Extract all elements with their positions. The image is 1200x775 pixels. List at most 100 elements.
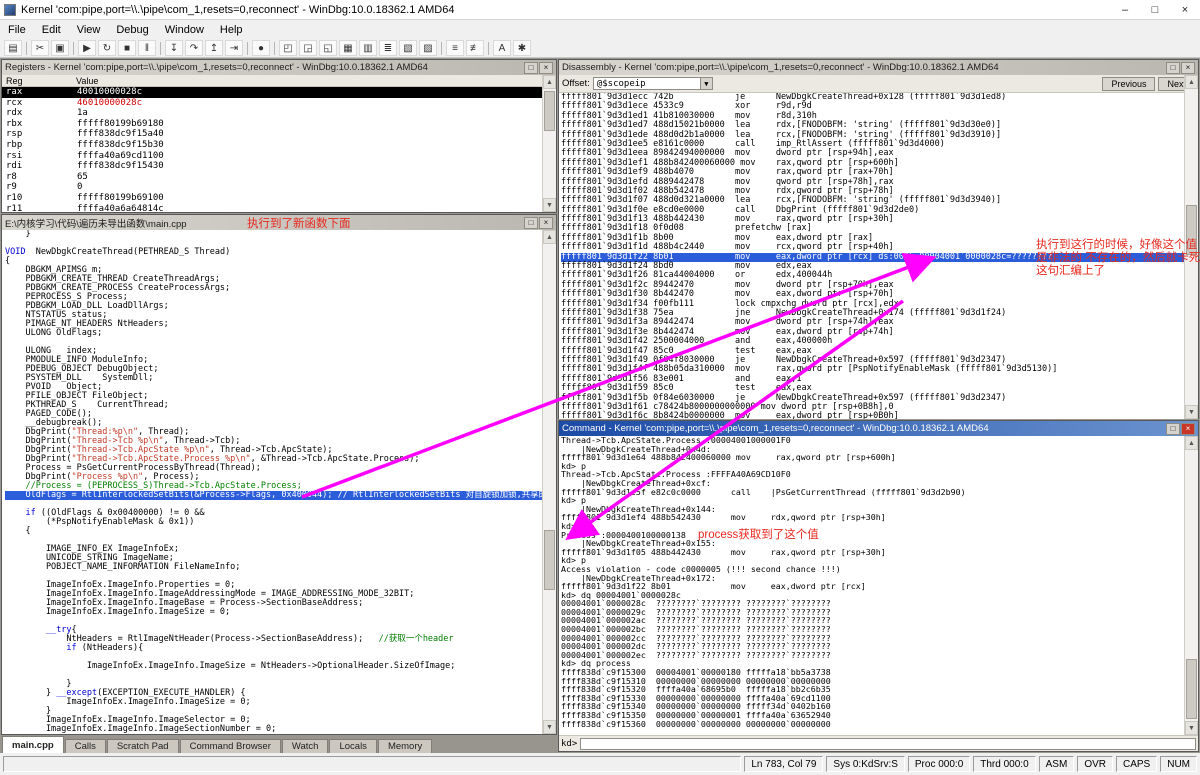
register-name: r10 — [6, 192, 23, 203]
scratch-pad-icon[interactable]: ▨ — [419, 40, 437, 56]
registers-scroll-thumb[interactable] — [544, 91, 555, 131]
step-into-icon[interactable]: ↧ — [165, 40, 183, 56]
source-mode-on-icon[interactable]: ≡ — [446, 40, 464, 56]
command-output-line: 00004001`000002ec ????????`???????? ????… — [561, 649, 831, 660]
registers-titlebar[interactable]: Registers - Kernel 'com:pipe,port=\\.\pi… — [2, 60, 556, 75]
tab-locals[interactable]: Locals — [329, 739, 377, 753]
watch-window-icon[interactable]: ◲ — [299, 40, 317, 56]
scroll-up-icon[interactable]: ▲ — [1185, 75, 1198, 89]
register-value: 40010000028c — [77, 87, 143, 97]
tab-main-cpp[interactable]: main.cpp — [2, 736, 64, 753]
bottom-tab-bar: main.cpp Calls Scratch Pad Command Browser W… — [0, 736, 557, 753]
menu-file[interactable]: File — [0, 22, 34, 38]
step-over-icon[interactable]: ↷ — [185, 40, 203, 56]
menu-help[interactable]: Help — [212, 22, 251, 38]
register-row[interactable]: rdi ffff838dc9f15430 — [2, 161, 542, 172]
disasm-line[interactable]: fffff801`9d3d1f6c 8b8424b0000000 mov eax… — [561, 411, 1184, 419]
tab-scratch-pad[interactable]: Scratch Pad — [106, 739, 179, 753]
source-maximize-button[interactable]: □ — [524, 216, 538, 229]
register-row[interactable]: r9 0 — [2, 182, 542, 193]
tab-watch[interactable]: Watch — [281, 739, 329, 753]
disassembly-window-icon[interactable]: ▧ — [399, 40, 417, 56]
scroll-up-icon[interactable]: ▲ — [1185, 436, 1198, 450]
go-icon[interactable]: ▶ — [78, 40, 96, 56]
scroll-down-icon[interactable]: ▼ — [543, 198, 556, 212]
scroll-up-icon[interactable]: ▲ — [543, 75, 556, 89]
source-line: VOID NewDbgkCreateThread(PETHREAD_S Thre… — [5, 248, 542, 257]
register-row[interactable]: r10 fffff80199b69100 — [2, 193, 542, 204]
code-segment: ImageInfoEx.ImageInfo.ImageSize = NtHead… — [5, 661, 456, 671]
command-window-icon[interactable]: ◰ — [279, 40, 297, 56]
register-row[interactable]: rbp ffff838dc9f15b30 — [2, 140, 542, 151]
registers-close-button[interactable]: × — [539, 61, 553, 74]
cut-icon[interactable]: ✂ — [31, 40, 49, 56]
break-icon[interactable]: ‖ — [138, 40, 156, 56]
offset-combo[interactable]: @$scopeip ▼ — [592, 77, 713, 90]
registers-maximize-button[interactable]: □ — [524, 61, 538, 74]
register-row[interactable]: rbx fffff80199b69180 — [2, 119, 542, 130]
toolbar-separator — [26, 41, 27, 55]
registers-window-icon[interactable]: ▦ — [339, 40, 357, 56]
source-scroll-thumb[interactable] — [544, 530, 555, 590]
menu-debug[interactable]: Debug — [108, 22, 156, 38]
restart-icon[interactable]: ↻ — [98, 40, 116, 56]
tab-calls[interactable]: Calls — [64, 739, 106, 753]
register-row[interactable]: rax 40010000028c — [2, 87, 542, 98]
font-icon[interactable]: A — [493, 40, 511, 56]
source-window: E:\内核学习\代码\遍历未导出函数\main.cpp □ × } VOID Ne… — [0, 213, 558, 736]
previous-button[interactable]: Previous — [1102, 76, 1156, 91]
chevron-down-icon[interactable]: ▼ — [699, 78, 712, 89]
scroll-down-icon[interactable]: ▼ — [1185, 405, 1198, 419]
source-line: ImageInfoEx.ImageInfo.ImageSize = 0; — [5, 608, 542, 617]
maximize-button[interactable]: □ — [1140, 0, 1170, 19]
step-out-icon[interactable]: ↥ — [205, 40, 223, 56]
minim­ize-button[interactable]: – — [1110, 0, 1140, 19]
status-field-sys-0-kdsrv-s: Sys 0:KdSrv:S — [826, 756, 905, 772]
close-button[interactable]: × — [1170, 0, 1200, 19]
tab-command-browser[interactable]: Command Browser — [179, 739, 281, 753]
disassembly-close-button[interactable]: × — [1181, 61, 1195, 74]
memory-window-icon[interactable]: ▥ — [359, 40, 377, 56]
register-name: rsi — [6, 150, 23, 161]
register-row[interactable]: rdx 1a — [2, 108, 542, 119]
command-input[interactable] — [580, 737, 1196, 750]
scroll-up-icon[interactable]: ▲ — [543, 230, 556, 244]
command-titlebar[interactable]: Command - Kernel 'com:pipe,port=\\.\pipe… — [559, 421, 1198, 436]
register-row[interactable]: rsp ffff838dc9f15a40 — [2, 129, 542, 140]
menu-window[interactable]: Window — [157, 22, 212, 38]
call-stack-window-icon[interactable]: ≣ — [379, 40, 397, 56]
source-line: (*PspNotifyEnableMask & 0x1)) — [5, 518, 542, 527]
register-row[interactable]: rsi ffffa40a69cd1100 — [2, 151, 542, 162]
register-row[interactable]: r8 65 — [2, 172, 542, 183]
scroll-down-icon[interactable]: ▼ — [1185, 721, 1198, 735]
scroll-down-icon[interactable]: ▼ — [543, 720, 556, 734]
source-close-button[interactable]: × — [539, 216, 553, 229]
status-field-proc-000-0: Proc 000:0 — [907, 756, 971, 772]
menu-edit[interactable]: Edit — [34, 22, 69, 38]
source-line-current: OldFlags = RtlInterlockedSetBits(&Proces… — [5, 491, 542, 500]
options-icon[interactable]: ✱ — [513, 40, 531, 56]
registers-col-reg: Reg — [6, 75, 23, 86]
stop-debugging-icon[interactable]: ■ — [118, 40, 136, 56]
copy-icon[interactable]: ▣ — [51, 40, 69, 56]
register-row[interactable]: rcx 46010000028c — [2, 98, 542, 109]
menu-view[interactable]: View — [69, 22, 109, 38]
disassembly-maximize-button[interactable]: □ — [1166, 61, 1180, 74]
source-mode-off-icon[interactable]: ≢ — [466, 40, 484, 56]
run-to-cursor-icon[interactable]: ⇥ — [225, 40, 243, 56]
command-output-line: ffff838d`c9f15360 00000000`00000000 0000… — [561, 718, 831, 729]
command-scrollbar[interactable]: ▲ ▼ — [1184, 436, 1198, 735]
breakpoint-icon[interactable]: ● — [252, 40, 270, 56]
command-maximize-button[interactable]: □ — [1166, 422, 1180, 435]
source-scrollbar[interactable]: ▲ ▼ — [542, 230, 556, 734]
status-bar: Ln 783, Col 79 Sys 0:KdSrv:S Proc 000:0 Thr… — [0, 753, 1200, 775]
tab-memory[interactable]: Memory — [377, 739, 433, 753]
command-scroll-thumb[interactable] — [1186, 659, 1197, 719]
open-source-file-icon[interactable]: ▤ — [4, 40, 22, 56]
locals-window-icon[interactable]: ◱ — [319, 40, 337, 56]
disassembly-titlebar[interactable]: Disassembly - Kernel 'com:pipe,port=\\.\… — [559, 60, 1198, 75]
register-row[interactable]: r11 ffffa40a6a64814c — [2, 204, 542, 212]
command-close-button[interactable]: × — [1181, 422, 1195, 435]
registers-scrollbar[interactable]: ▲ ▼ — [542, 75, 556, 212]
